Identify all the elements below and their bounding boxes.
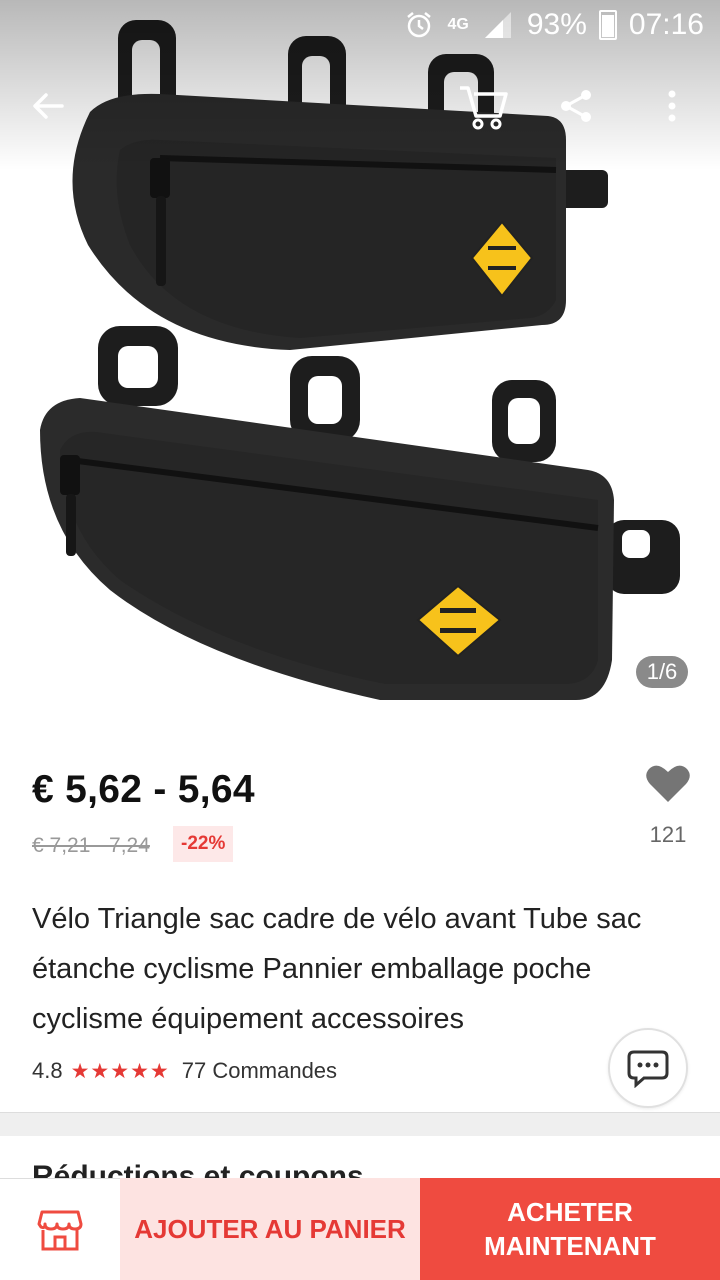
clock: 07:16 <box>628 8 704 41</box>
chat-button[interactable] <box>608 1028 688 1108</box>
store-icon <box>37 1210 83 1250</box>
original-price: € 7,21 - 7,24 <box>32 834 150 857</box>
app-bar <box>0 70 720 142</box>
chat-bubble-icon <box>627 1050 669 1088</box>
rating-stars: ★★★★★ <box>70 1059 170 1083</box>
more-vertical-icon <box>668 90 676 122</box>
cart-button[interactable] <box>446 70 518 142</box>
cart-icon <box>460 86 508 130</box>
buy-now-label-line1: ACHETER <box>507 1197 633 1227</box>
signal-icon <box>481 8 515 42</box>
bottom-action-bar: AJOUTER AU PANIER ACHETER MAINTENANT <box>0 1178 720 1280</box>
store-button[interactable] <box>0 1178 120 1280</box>
price: € 5,62 - 5,64 <box>32 768 255 811</box>
battery-icon <box>598 10 617 40</box>
rating-value: 4.8 <box>32 1058 63 1083</box>
back-arrow-icon <box>33 93 64 119</box>
bag-bottom-image <box>40 326 680 700</box>
buy-now-button[interactable]: ACHETER MAINTENANT <box>420 1178 720 1280</box>
share-icon <box>561 90 591 122</box>
wishlist-button[interactable] <box>640 762 696 809</box>
status-bar: 4G 93% 07:16 <box>0 0 720 50</box>
back-button[interactable] <box>12 70 84 142</box>
add-to-cart-button[interactable]: AJOUTER AU PANIER <box>120 1178 420 1280</box>
network-type: 4G <box>447 16 469 33</box>
buy-now-label-line2: MAINTENANT <box>484 1231 656 1261</box>
product-info: € 5,62 - 5,64 € 7,21 - 7,24 -22% 121 Vél… <box>0 740 720 1112</box>
alarm-icon <box>402 8 436 42</box>
orders-count: 77 Commandes <box>181 1058 338 1083</box>
section-divider <box>0 1112 720 1136</box>
share-button[interactable] <box>540 70 612 142</box>
product-title: Vélo Triangle sac cadre de vélo avant Tu… <box>32 903 642 1035</box>
battery-percent: 93% <box>526 8 587 41</box>
image-counter: 1/6 <box>636 656 688 688</box>
heart-icon <box>646 765 690 802</box>
wishlist-count: 121 <box>649 822 687 847</box>
discount-badge: -22% <box>173 826 234 862</box>
more-options-button[interactable] <box>636 70 708 142</box>
rating-row[interactable]: 4.8 ★★★★★ 77 Commandes <box>32 1058 337 1084</box>
